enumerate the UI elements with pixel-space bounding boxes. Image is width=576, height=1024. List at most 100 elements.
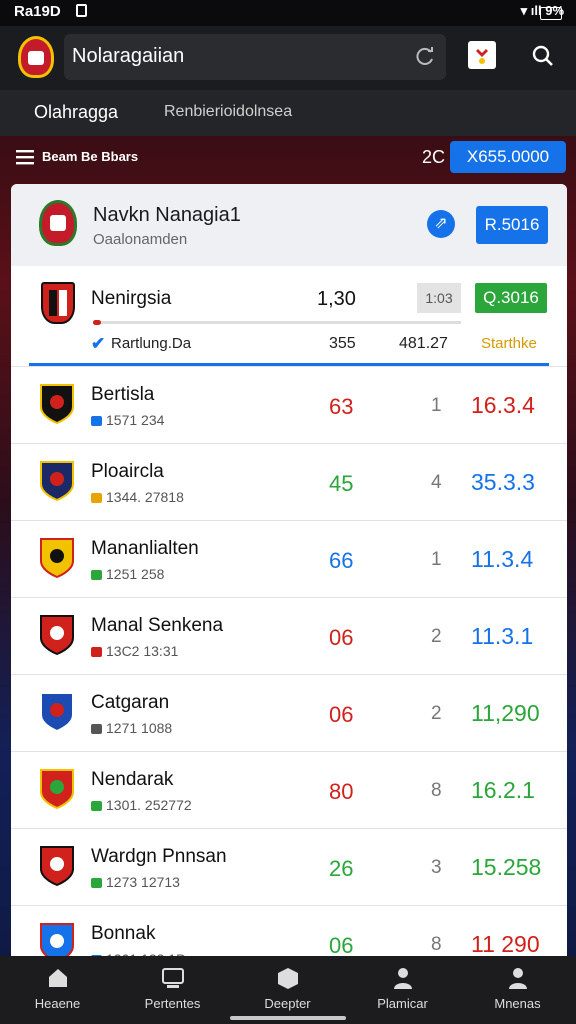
team-sub-text: 1344. 27818 xyxy=(106,489,184,505)
team-rank: 2 xyxy=(431,626,442,647)
tab-olahragga[interactable]: Olahragga xyxy=(34,102,118,123)
table-row[interactable]: Nendarak 1301. 252772 80 8 16.2.1 xyxy=(11,751,567,828)
monitor-icon xyxy=(162,968,184,988)
featured-crest xyxy=(41,282,75,324)
team-sub-text: 1271 1088 xyxy=(106,720,173,736)
team-rank: 8 xyxy=(431,780,442,801)
nav-deepter[interactable]: Deepter xyxy=(230,956,345,1024)
team-rank: 1 xyxy=(431,395,442,416)
featured-team[interactable]: Nenirgsia 1,30 1:03 Q.3016 ✔ Rartlung.Da… xyxy=(11,266,567,366)
status-time: Ra19D xyxy=(14,3,61,20)
team-rank: 8 xyxy=(431,934,442,955)
card-value-button[interactable]: R.5016 xyxy=(476,206,548,244)
team-name: Mananlialten xyxy=(91,538,199,559)
team-score: 45 xyxy=(329,471,354,496)
team-score: 66 xyxy=(329,548,354,573)
filter-count: 2C xyxy=(422,147,446,167)
team-rank: 2 xyxy=(431,703,442,724)
featured-rank-label: Rartlung.Da xyxy=(111,335,192,352)
nav-mnenas[interactable]: Mnenas xyxy=(460,956,575,1024)
team-name: Catgaran xyxy=(91,692,170,713)
team-name: Ploaircla xyxy=(91,461,164,482)
status-bar: Ra19D ▾ ıll 9% xyxy=(0,0,576,26)
table-row[interactable]: Catgaran 1271 1088 06 2 11,290 xyxy=(11,674,567,751)
menu-icon[interactable] xyxy=(16,149,34,165)
featured-green-badge[interactable]: Q.3016 xyxy=(475,283,547,313)
team-sub-text: 1571 234 xyxy=(106,412,165,428)
filter-row: Beam Be Bbars 2C X655.0000 xyxy=(0,137,576,177)
home-indicator xyxy=(230,1016,346,1020)
notification-icon xyxy=(76,4,87,17)
team-points: 16.2.1 xyxy=(471,777,535,803)
team-marker-icon xyxy=(91,570,102,580)
team-sub-text: 1273 12713 xyxy=(106,874,180,890)
featured-stat-b: 481.27 xyxy=(399,335,448,352)
team-crest xyxy=(39,537,75,579)
team-score: 06 xyxy=(329,702,354,727)
check-icon: ✔ xyxy=(91,334,106,353)
nav-plamicar-label: Plamicar xyxy=(377,996,428,1011)
team-points: 11.3.4 xyxy=(471,546,534,572)
featured-progress xyxy=(93,320,461,325)
link-icon[interactable]: ⇗ xyxy=(427,210,455,238)
team-crest xyxy=(39,383,75,425)
flag-icon[interactable] xyxy=(468,41,496,69)
table-row[interactable]: Wardgn Pnnsan 1273 12713 26 3 15.258 xyxy=(11,828,567,905)
nav-home[interactable]: Heaene xyxy=(0,956,115,1024)
team-points: 11.3.1 xyxy=(471,623,534,649)
card-header: Navkn Nanagia1 Oaalonamden ⇗ R.5016 xyxy=(11,184,567,266)
team-score: 06 xyxy=(329,625,354,650)
box-icon xyxy=(278,968,298,989)
battery-icon xyxy=(540,7,562,20)
team-subline: 1301. 252772 xyxy=(91,797,192,813)
team-rank: 3 xyxy=(431,857,442,878)
featured-stat-a: 355 xyxy=(329,335,356,352)
team-name: Manal Senkena xyxy=(91,615,224,636)
team-points: 11 290 xyxy=(471,931,540,957)
team-name: Nendarak xyxy=(91,769,174,790)
bottom-nav: Heaene Pertentes Deepter Plamicar Mnenas xyxy=(0,956,576,1024)
team-subline: 1251 258 xyxy=(91,566,164,582)
featured-box: 1:03 xyxy=(417,283,461,313)
team-score: 26 xyxy=(329,856,354,881)
search-input[interactable]: Nolaragaiian xyxy=(72,45,184,68)
search-box[interactable]: Nolaragaiian xyxy=(64,34,446,80)
tab-second[interactable]: Renbierioidolnsea xyxy=(164,103,292,121)
person-icon xyxy=(394,968,412,989)
team-rank: 1 xyxy=(431,549,442,570)
featured-score: 1,30 xyxy=(317,288,356,310)
table-row[interactable]: Ploaircla 1344. 27818 45 4 35.3.3 xyxy=(11,443,567,520)
nav-pertentes[interactable]: Pertentes xyxy=(115,956,230,1024)
team-name: Bonnak xyxy=(91,923,156,944)
balance-pill[interactable]: X655.0000 xyxy=(450,141,566,173)
nav-plamicar[interactable]: Plamicar xyxy=(345,956,460,1024)
nav-pertentes-label: Pertentes xyxy=(144,996,201,1011)
team-marker-icon xyxy=(91,801,102,811)
team-points: 16.3.4 xyxy=(471,392,535,418)
table-row[interactable]: Mananlialten 1251 258 66 1 11.3.4 xyxy=(11,520,567,597)
team-sub-text: 1251 258 xyxy=(106,566,165,582)
search-icon[interactable] xyxy=(532,45,554,67)
team-crest xyxy=(39,614,75,656)
team-marker-icon xyxy=(91,647,102,657)
table-row[interactable]: Bertisla 1571 234 63 1 16.3.4 xyxy=(11,366,567,443)
filter-label[interactable]: Beam Be Bbars xyxy=(42,149,138,164)
team-crest xyxy=(39,691,75,733)
card-subtitle: Oaalonamden xyxy=(93,231,188,248)
team-subline: 1271 1088 xyxy=(91,720,172,736)
featured-progress-fill xyxy=(93,320,101,325)
featured-stat-c: Starthke xyxy=(481,335,537,352)
team-score: 80 xyxy=(329,779,354,804)
table-row[interactable]: Manal Senkena 13C2 13:31 06 2 11.3.1 xyxy=(11,597,567,674)
team-marker-icon xyxy=(91,416,102,426)
team-crest xyxy=(39,768,75,810)
team-points: 11,290 xyxy=(471,700,540,726)
home-icon xyxy=(49,969,67,987)
nav-deepter-label: Deepter xyxy=(264,996,311,1011)
refresh-icon[interactable] xyxy=(414,46,436,68)
nav-mnenas-label: Mnenas xyxy=(494,996,541,1011)
team-rank: 4 xyxy=(431,472,442,493)
team-crest xyxy=(39,460,75,502)
featured-name: Nenirgsia xyxy=(91,288,172,309)
app-bar: Nolaragaiian xyxy=(0,26,576,90)
